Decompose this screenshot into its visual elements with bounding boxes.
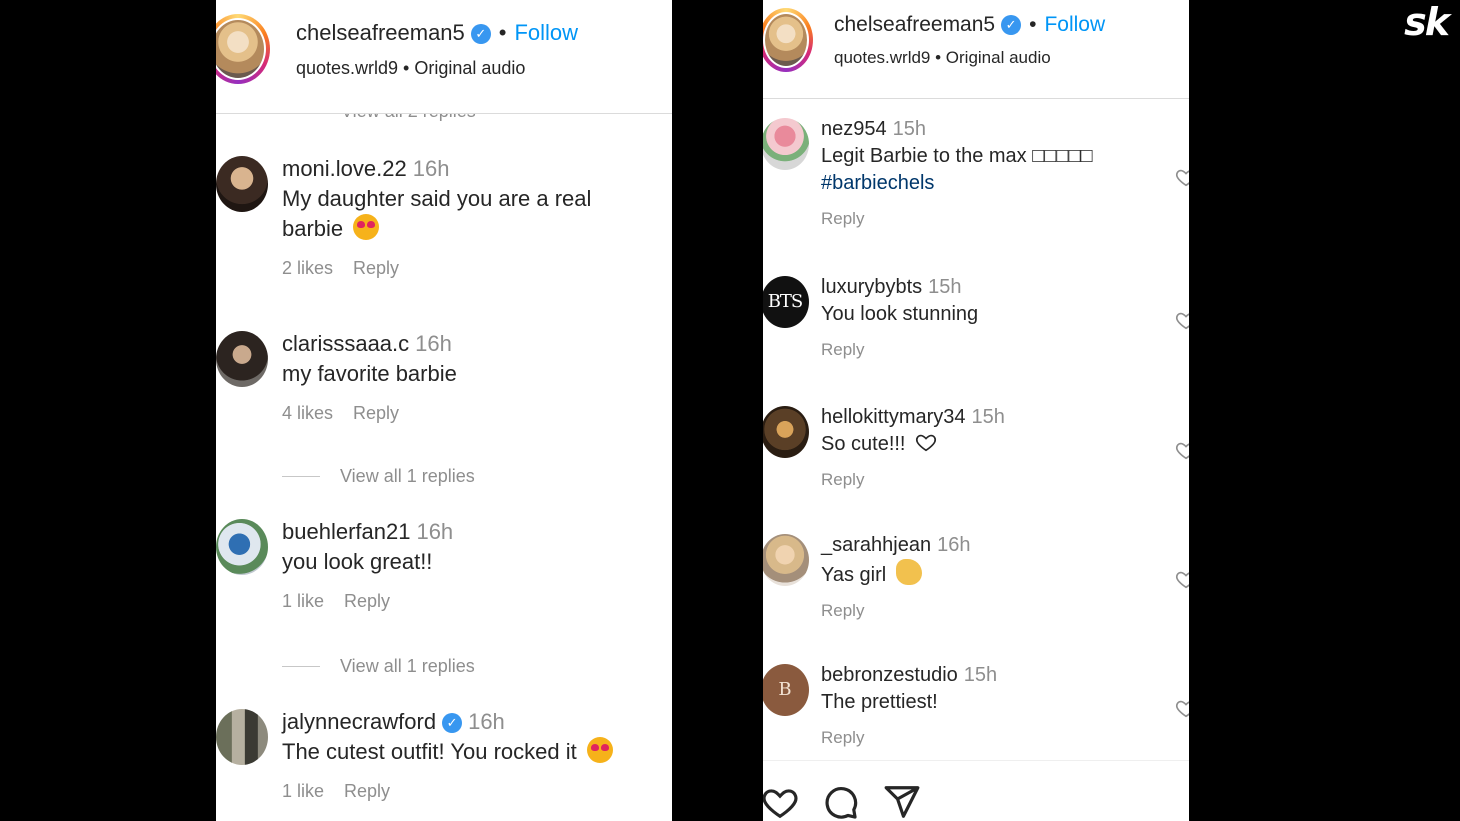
likes-count[interactable]: 1 like (282, 781, 324, 801)
view-replies-link[interactable]: View all 1 replies (282, 466, 475, 487)
view-replies-label[interactable]: View all 1 replies (340, 656, 475, 676)
post-actions-bar (763, 760, 1189, 821)
comment-text: Yas girl (821, 564, 887, 586)
commenter-avatar[interactable] (763, 534, 809, 586)
like-heart-icon[interactable] (1175, 568, 1189, 590)
comment-text: My daughter said you are a real barbie (282, 186, 592, 241)
follow-button[interactable]: Follow (1044, 13, 1105, 36)
reply-button[interactable]: Reply (821, 470, 864, 489)
replies-divider (282, 666, 320, 667)
commenter-avatar[interactable] (216, 519, 268, 575)
like-icon[interactable] (763, 783, 799, 821)
commenter-avatar[interactable] (763, 406, 809, 458)
header-username[interactable]: chelseafreeman5 (834, 13, 995, 36)
likes-count[interactable]: 4 likes (282, 403, 333, 423)
profile-avatar[interactable] (763, 8, 813, 72)
share-icon[interactable] (883, 783, 921, 821)
audio-subtitle[interactable]: quotes.wrld9 • Original audio (296, 58, 525, 79)
reply-button[interactable]: Reply (821, 209, 864, 228)
comment-username[interactable]: buehlerfan21 (282, 519, 410, 544)
comment-username[interactable]: bebronzestudio (821, 664, 958, 686)
like-heart-icon[interactable] (1175, 439, 1189, 461)
commenter-avatar[interactable]: BTS (763, 276, 809, 328)
commenter-avatar[interactable] (216, 331, 268, 387)
audio-subtitle[interactable]: quotes.wrld9 • Original audio (834, 48, 1051, 68)
view-replies-label[interactable]: View all 1 replies (340, 466, 475, 486)
commenter-avatar[interactable] (216, 709, 268, 765)
verified-badge-icon: ✓ (442, 713, 463, 733)
like-heart-icon[interactable] (1175, 166, 1189, 188)
reply-button[interactable]: Reply (344, 591, 390, 611)
comment-time: 16h (416, 519, 454, 544)
comment-username[interactable]: jalynnecrawford (282, 709, 436, 734)
comment-icon[interactable] (821, 783, 859, 821)
replies-divider (282, 476, 320, 477)
post-header: chelseafreeman5 ✓ • Follow quotes.wrld9 • O… (216, 0, 672, 114)
view-replies-link[interactable]: View all 1 replies (282, 656, 475, 677)
reply-button[interactable]: Reply (353, 403, 399, 423)
heart-eyes-emoji (353, 214, 380, 240)
comments-panel-right: chelseafreeman5 ✓ • Follow quotes.wrld9 • O… (763, 0, 1189, 821)
separator-dot: • (1029, 13, 1037, 36)
comment-username[interactable]: moni.love.22 (282, 156, 407, 181)
follow-button[interactable]: Follow (514, 20, 578, 45)
commenter-avatar[interactable]: B (763, 664, 809, 716)
clapping-hands-emoji (895, 559, 922, 585)
comment-time: 15h (892, 118, 926, 140)
heart-eyes-emoji (586, 737, 613, 763)
comments-panel-left: chelseafreeman5 ✓ • Follow quotes.wrld9 • O… (216, 0, 672, 821)
comment-username[interactable]: _sarahhjean (821, 534, 931, 556)
comment-text: my favorite barbie (282, 361, 457, 386)
comment-username[interactable]: nez954 (821, 118, 887, 140)
reply-button[interactable]: Reply (821, 728, 864, 747)
reply-button[interactable]: Reply (344, 781, 390, 801)
heart-outline-icon (915, 434, 936, 452)
hashtag-link[interactable]: #barbiechels (821, 170, 1169, 197)
commenter-avatar[interactable] (763, 118, 809, 170)
likes-count[interactable]: 2 likes (282, 258, 333, 278)
comment-text: So cute!!! (821, 433, 906, 455)
post-header: chelseafreeman5 ✓ • Follow quotes.wrld9 • O… (763, 0, 1189, 99)
like-heart-icon[interactable] (1175, 697, 1189, 719)
reply-button[interactable]: Reply (821, 601, 864, 620)
comment-time: 15h (928, 276, 962, 298)
comment-username[interactable]: clarisssaaa.c (282, 331, 409, 356)
verified-badge-icon: ✓ (1001, 15, 1022, 35)
header-username[interactable]: chelseafreeman5 (296, 20, 465, 45)
commenter-avatar[interactable] (216, 156, 268, 212)
reply-button[interactable]: Reply (353, 258, 399, 278)
comment-text: The cutest outfit! You rocked it (282, 739, 577, 764)
avatar-initials: BTS (767, 291, 804, 312)
comment-time: 15h (971, 406, 1005, 428)
comment-time: 16h (937, 534, 971, 556)
comment-text: Legit Barbie to the max □□□□□ (821, 145, 1093, 167)
comment-time: 15h (963, 664, 998, 686)
comment-time: 16h (468, 709, 505, 734)
avatar-initials: B (778, 679, 792, 700)
comment-username[interactable]: luxurybybts (821, 276, 922, 298)
comment-time: 16h (415, 331, 452, 356)
like-heart-icon[interactable] (1175, 309, 1189, 331)
comment-time: 16h (412, 156, 450, 181)
likes-count[interactable]: 1 like (282, 591, 324, 611)
comment-text: You look stunning (821, 303, 979, 325)
verified-badge-icon: ✓ (470, 24, 491, 44)
comment-text: you look great!! (282, 549, 433, 574)
comment-username[interactable]: hellokittymary34 (821, 406, 966, 428)
profile-avatar[interactable] (216, 14, 270, 84)
separator-dot: • (498, 20, 507, 45)
reply-button[interactable]: Reply (821, 340, 864, 359)
sk-watermark-logo: sk (1404, 0, 1450, 44)
comment-text: The prettiest! (821, 691, 938, 713)
